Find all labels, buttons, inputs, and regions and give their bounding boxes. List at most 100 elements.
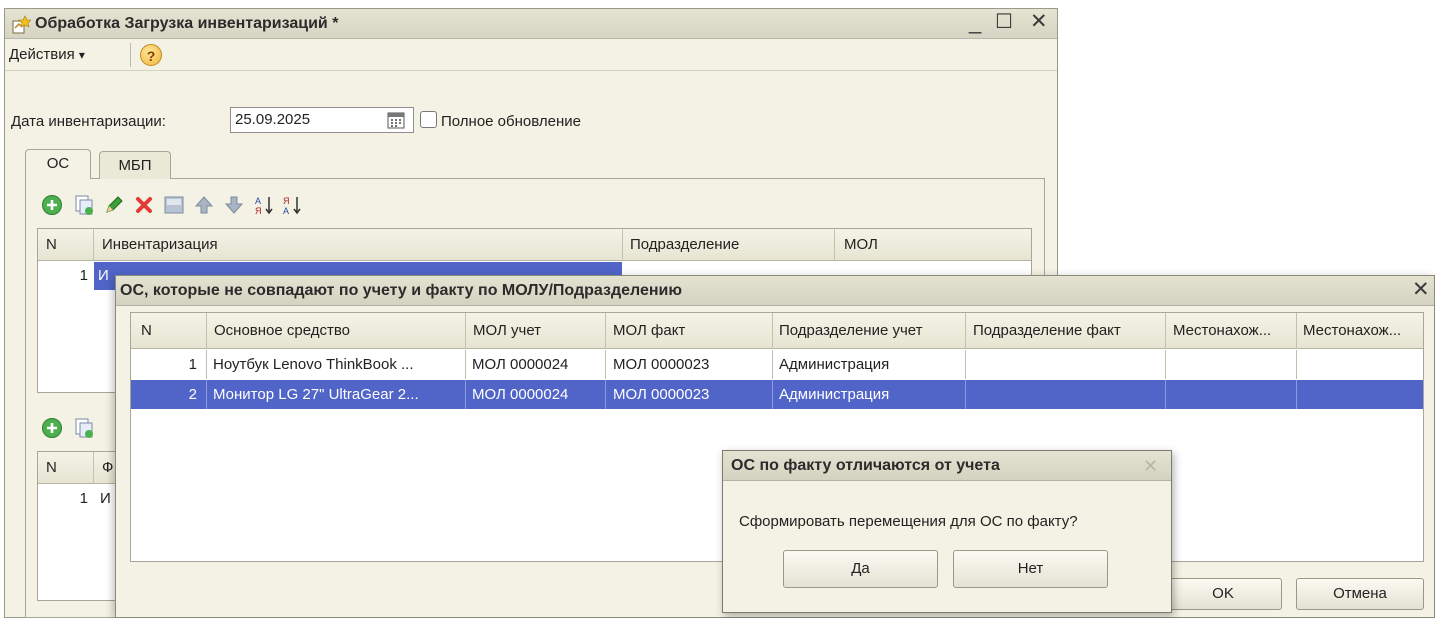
yes-button[interactable]: Да (783, 550, 938, 588)
column-header-mol-account[interactable]: МОЛ учет (473, 322, 603, 339)
delete-icon[interactable] (133, 194, 155, 216)
dept-account-cell: Администрация (779, 386, 890, 403)
column-separator (622, 229, 623, 261)
ok-button[interactable]: OK (1164, 578, 1282, 610)
menu-divider (130, 43, 131, 67)
menubar: Действия ▾ ? (5, 39, 1057, 71)
column-header-department[interactable]: Подразделение (630, 236, 739, 253)
details-cell: И (100, 490, 111, 507)
chevron-down-icon: ▾ (78, 48, 85, 62)
asset-cell: Монитор LG 27" UltraGear 2... (213, 386, 419, 403)
column-separator (465, 380, 466, 409)
sort-descending-icon[interactable]: ЯA (281, 194, 303, 216)
column-header-dept-account[interactable]: Подразделение учет (779, 322, 965, 339)
ok-button-label: OK (1212, 585, 1234, 602)
column-header-n[interactable]: N (46, 236, 57, 253)
svg-text:Я: Я (283, 196, 290, 206)
column-separator (965, 350, 966, 379)
column-separator (605, 380, 606, 409)
inventory-date-label: Дата инвентаризации: (11, 113, 166, 130)
column-header-mol[interactable]: МОЛ (844, 236, 878, 253)
main-window-title: Обработка Загрузка инвентаризаций * (35, 15, 339, 32)
mismatch-titlebar[interactable]: ОС, которые не совпадают по учету и факт… (116, 276, 1434, 306)
row-number: 1 (79, 267, 88, 284)
mismatch-window-title: ОС, которые не совпадают по учету и факт… (120, 282, 683, 299)
full-update-checkbox[interactable] (420, 111, 437, 128)
column-header-f[interactable]: Ф (102, 459, 113, 476)
column-separator (93, 229, 94, 261)
mismatch-table-header: N Основное средство МОЛ учет МОЛ факт По… (131, 313, 1423, 349)
column-separator (772, 313, 773, 349)
main-titlebar[interactable]: Обработка Загрузка инвентаризаций * _ ☐ … (5, 9, 1057, 39)
add-icon[interactable] (41, 194, 63, 216)
column-separator (206, 380, 207, 409)
actions-menu-label: Действия (9, 46, 75, 63)
row-number: 1 (79, 490, 88, 507)
sort-ascending-icon[interactable]: AЯ (253, 194, 275, 216)
column-separator (465, 350, 466, 379)
column-separator (772, 380, 773, 409)
inventory-date-field[interactable]: 25.09.2025 (230, 107, 414, 133)
column-header-mol-fact[interactable]: МОЛ факт (613, 322, 768, 339)
column-separator (1296, 380, 1297, 409)
column-separator (834, 229, 835, 261)
cancel-button[interactable]: Отмена (1296, 578, 1424, 610)
actions-menu[interactable]: Действия ▾ (9, 46, 85, 68)
column-separator (605, 313, 606, 349)
column-header-inventory[interactable]: Инвентаризация (102, 236, 218, 253)
column-header-location-1[interactable]: Местонахож... (1173, 322, 1293, 339)
mol-account-cell: МОЛ 0000024 (472, 386, 569, 403)
column-separator (1165, 380, 1166, 409)
copy-icon[interactable] (73, 194, 95, 216)
column-header-asset[interactable]: Основное средство (214, 322, 459, 339)
edit-icon[interactable] (103, 194, 125, 216)
tab-os-label: ОС (46, 155, 70, 172)
table-row[interactable]: 1 Ноутбук Lenovo ThinkBook ... МОЛ 00000… (131, 350, 1423, 379)
column-separator (965, 313, 966, 349)
column-separator (1165, 313, 1166, 349)
mol-fact-cell: МОЛ 0000023 (613, 356, 710, 373)
tab-mbp[interactable]: МБП (99, 151, 171, 179)
table-row[interactable]: 2 Монитор LG 27" UltraGear 2... МОЛ 0000… (131, 380, 1423, 409)
move-down-icon[interactable] (223, 194, 245, 216)
end-edit-icon[interactable] (163, 194, 185, 216)
processing-app-icon (12, 15, 31, 34)
svg-text:A: A (283, 206, 289, 216)
help-icon-glyph: ? (146, 48, 156, 64)
confirm-titlebar[interactable]: ОС по факту отличаются от учета ✕ (723, 451, 1171, 481)
upper-toolbar: AЯ ЯA (41, 194, 441, 220)
column-header-location-2[interactable]: Местонахож... (1303, 322, 1423, 339)
column-separator (1165, 350, 1166, 379)
asset-cell: Ноутбук Lenovo ThinkBook ... (213, 356, 414, 373)
tab-os[interactable]: ОС (25, 149, 91, 179)
dept-account-cell: Администрация (779, 356, 890, 373)
column-header-n[interactable]: N (46, 459, 57, 476)
copy-icon[interactable] (73, 417, 95, 439)
svg-text:Я: Я (255, 206, 262, 216)
move-up-icon[interactable] (193, 194, 215, 216)
close-button[interactable]: ✕ (1030, 11, 1048, 33)
inventory-table-header: N Инвентаризация Подразделение МОЛ (38, 229, 1031, 261)
row-number: 2 (188, 386, 197, 403)
maximize-button[interactable]: ☐ (995, 11, 1013, 33)
column-separator (206, 350, 207, 379)
add-icon[interactable] (41, 417, 63, 439)
close-button[interactable]: ✕ (1412, 279, 1430, 301)
column-separator (772, 350, 773, 379)
mol-fact-cell: МОЛ 0000023 (613, 386, 710, 403)
row-number: 1 (188, 356, 197, 373)
column-header-dept-fact[interactable]: Подразделение факт (973, 322, 1163, 339)
svg-text:A: A (255, 196, 261, 206)
tab-mbp-label: МБП (118, 157, 152, 174)
calendar-icon[interactable] (387, 112, 405, 129)
column-separator (206, 313, 207, 349)
no-button[interactable]: Нет (953, 550, 1108, 588)
confirm-dialog-title: ОС по факту отличаются от учета (731, 457, 1000, 474)
minimize-button[interactable]: _ (969, 11, 981, 33)
column-separator (1296, 350, 1297, 379)
close-button[interactable]: ✕ (1143, 455, 1158, 477)
help-icon[interactable]: ? (140, 44, 162, 66)
column-header-n[interactable]: N (141, 322, 152, 339)
column-separator (1296, 313, 1297, 349)
column-separator (465, 313, 466, 349)
